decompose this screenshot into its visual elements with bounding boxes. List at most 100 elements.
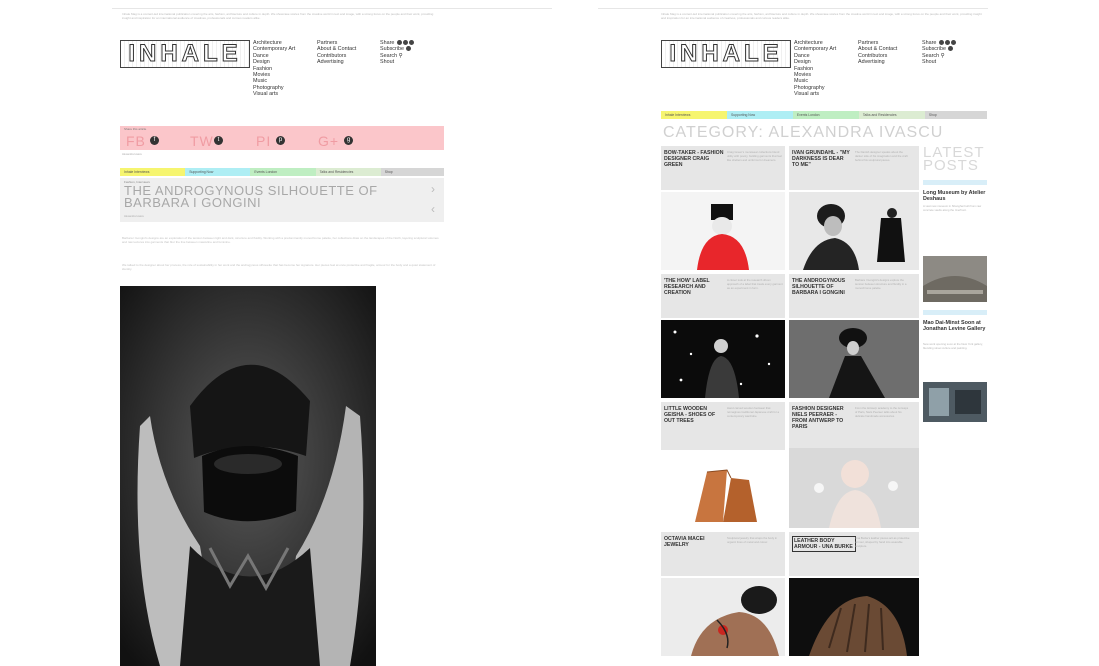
post-card-photo[interactable] (789, 320, 919, 398)
strip-item-events[interactable]: Events London (250, 168, 316, 176)
menu-item-contemporary-art[interactable]: Contemporary Art (253, 46, 295, 52)
strip-item-shop[interactable]: Shop (380, 168, 444, 176)
sidebar-post-title[interactable]: Long Museum by Atelier Deshaus (923, 190, 987, 202)
post-card[interactable]: THE ANDROGYNOUS SILHOUETTE OF BARBARA I … (789, 274, 919, 318)
strip-item-events[interactable]: Events London (792, 111, 859, 119)
post-card[interactable]: IVAN GRUNDAHL - "MY DARKNESS IS DEAR TO … (789, 146, 919, 190)
post-card-title[interactable]: THE ANDROGYNOUS SILHOUETTE OF BARBARA I … (792, 278, 852, 296)
primary-menu: Architecture Contemporary Art Dance Desi… (253, 40, 295, 98)
sidebar-post-excerpt: A vast new museum in Shanghai built from… (923, 204, 982, 213)
article-paragraph: We talked to the designer about her proc… (122, 263, 436, 272)
post-card-title[interactable]: IVAN GRUNDAHL - "MY DARKNESS IS DEAR TO … (792, 150, 852, 168)
share-network-pinterest[interactable]: PI (256, 133, 271, 149)
share-network-facebook[interactable]: FB (126, 133, 146, 149)
secondary-menu: Partners About & Contact Contributors Ad… (317, 40, 356, 66)
category-strip: Inhale Interviews Supporting Now Events … (661, 111, 988, 119)
search-icon: ⚲ (940, 52, 945, 59)
strip-item-shop[interactable]: Shop (924, 111, 988, 119)
article-header: Fashion, Interviews THE ANDROGYNOUS SILH… (120, 178, 444, 222)
post-card-photo[interactable] (789, 578, 919, 656)
article-byline[interactable]: Alexandra Ivascu (124, 215, 144, 218)
post-card-photo[interactable] (661, 320, 785, 398)
post-card-excerpt: Sculptural jewelry that wraps the body i… (727, 536, 778, 545)
post-card-excerpt: Barbara I Gongini's designs explore the … (855, 278, 907, 291)
social-icon (408, 40, 414, 46)
menu-item-shout[interactable]: Shout (380, 59, 414, 65)
category-title: CATEGORY: ALEXANDRA IVASCU (663, 124, 944, 141)
post-card-title[interactable]: LITTLE WOODEN GEISHA - SHOES OF OUT TREE… (664, 406, 724, 424)
social-icon (950, 40, 956, 46)
category-strip: Inhale Interviews Supporting Now Events … (120, 168, 444, 176)
social-icon (396, 40, 402, 46)
menu-item-visual-arts[interactable]: Visual arts (253, 91, 295, 97)
post-card[interactable]: FASHION DESIGNER NIELS PEERAER - FROM AN… (789, 402, 919, 450)
share-network-googleplus[interactable]: G+ (318, 133, 339, 149)
previous-article-arrow-icon[interactable]: ‹ (428, 202, 438, 216)
post-card[interactable]: 'THE HOW' LABEL RESEARCH AND CREATION A … (661, 274, 785, 318)
sidebar-divider (923, 180, 987, 185)
post-card-excerpt: The Danish designer speaks about the dar… (855, 150, 908, 163)
sidebar-post-excerpt: New work opening soon at the New York ga… (923, 342, 983, 351)
strip-item-supporting[interactable]: Supporting Now (726, 111, 793, 119)
strip-item-talks[interactable]: Talks and Residencies (315, 168, 381, 176)
article-meta-line: Alexandra Ivascu (122, 153, 142, 156)
site-logo[interactable]: INHALE (120, 40, 250, 68)
post-card-title[interactable]: 'THE HOW' LABEL RESEARCH AND CREATION (664, 278, 724, 296)
post-card-title[interactable]: LEATHER BODY ARMOUR - UNA BURKE (792, 536, 856, 552)
strip-item-interviews[interactable]: Inhale Interviews (661, 111, 727, 119)
sidebar-post-photo[interactable] (923, 256, 987, 302)
menu-item-about-contact[interactable]: About & Contact (858, 46, 897, 52)
search-icon: ⚲ (398, 52, 403, 59)
post-card[interactable]: LEATHER BODY ARMOUR - UNA BURKE Una Burk… (789, 532, 919, 576)
post-card-excerpt: Hand carved wooden footwear that reimagi… (727, 406, 780, 419)
post-card-photo[interactable] (661, 192, 785, 270)
rss-icon (406, 46, 412, 52)
post-card[interactable]: BOW-TAKER - FASHION DESIGNER CRAIG GREEN… (661, 146, 785, 190)
site-intro-text: Inhale Mag is a content-led internationa… (122, 12, 434, 21)
post-card[interactable]: LITTLE WOODEN GEISHA - SHOES OF OUT TREE… (661, 402, 785, 450)
post-card-photo[interactable] (661, 578, 785, 656)
social-icon (938, 40, 944, 46)
menu-item-shout[interactable]: Shout (922, 59, 956, 65)
facebook-icon[interactable]: f (150, 136, 159, 145)
next-article-arrow-icon[interactable]: › (428, 182, 438, 196)
strip-item-interviews[interactable]: Inhale Interviews (120, 168, 186, 176)
googleplus-icon[interactable]: g (344, 136, 353, 145)
share-bar: Share this article FB f TW t PI p G+ g (120, 126, 444, 150)
pinterest-icon[interactable]: p (276, 136, 285, 145)
social-icon (944, 40, 950, 46)
post-card-photo[interactable] (789, 192, 919, 270)
share-label: Share (922, 40, 937, 46)
sidebar-title: LATEST POSTS (923, 144, 985, 174)
sidebar-post-title[interactable]: Mao Dai-Minst Soon at Jonathan Levine Ga… (923, 320, 987, 332)
post-card-excerpt: From the Antwerp academy to the runways … (855, 406, 909, 419)
sidebar-post-photo[interactable] (923, 382, 987, 422)
category-page: Inhale Mag is a content-led internationa… (655, 0, 990, 666)
post-card-title[interactable]: OCTAVIA MACEI JEWELRY (664, 536, 724, 548)
secondary-menu: Partners About & Contact Contributors Ad… (858, 40, 897, 66)
site-logo[interactable]: INHALE (661, 40, 791, 68)
strip-item-supporting[interactable]: Supporting Now (185, 168, 251, 176)
menu-item-visual-arts[interactable]: Visual arts (794, 91, 836, 97)
article-hero-photo (120, 286, 376, 666)
menu-item-advertising[interactable]: Advertising (317, 59, 356, 65)
utility-menu: Share Subscribe Search ⚲ Shout (922, 40, 956, 66)
post-card-title[interactable]: BOW-TAKER - FASHION DESIGNER CRAIG GREEN (664, 150, 724, 168)
menu-item-about-contact[interactable]: About & Contact (317, 46, 356, 52)
post-card-excerpt: Craig Green's menswear collections blend… (727, 150, 782, 163)
menu-item-contemporary-art[interactable]: Contemporary Art (794, 46, 836, 52)
article-paragraph: Barbara I Gongini's designs are an explo… (122, 236, 439, 245)
strip-item-talks[interactable]: Talks and Residencies (858, 111, 925, 119)
post-card-photo[interactable] (789, 448, 919, 528)
post-card-excerpt: Una Burke's leather pieces act as protec… (855, 536, 910, 549)
primary-menu: Architecture Contemporary Art Dance Desi… (794, 40, 836, 98)
post-card-excerpt: A closer look at the research driven app… (727, 278, 783, 291)
twitter-icon[interactable]: t (214, 136, 223, 145)
post-card-title[interactable]: FASHION DESIGNER NIELS PEERAER - FROM AN… (792, 406, 852, 430)
rss-icon (948, 46, 954, 52)
post-card-photo[interactable] (661, 452, 785, 530)
share-network-twitter[interactable]: TW (190, 133, 214, 149)
subscribe-label: Subscribe (380, 46, 404, 53)
post-card[interactable]: OCTAVIA MACEI JEWELRY Sculptural jewelry… (661, 532, 785, 576)
menu-item-advertising[interactable]: Advertising (858, 59, 897, 65)
